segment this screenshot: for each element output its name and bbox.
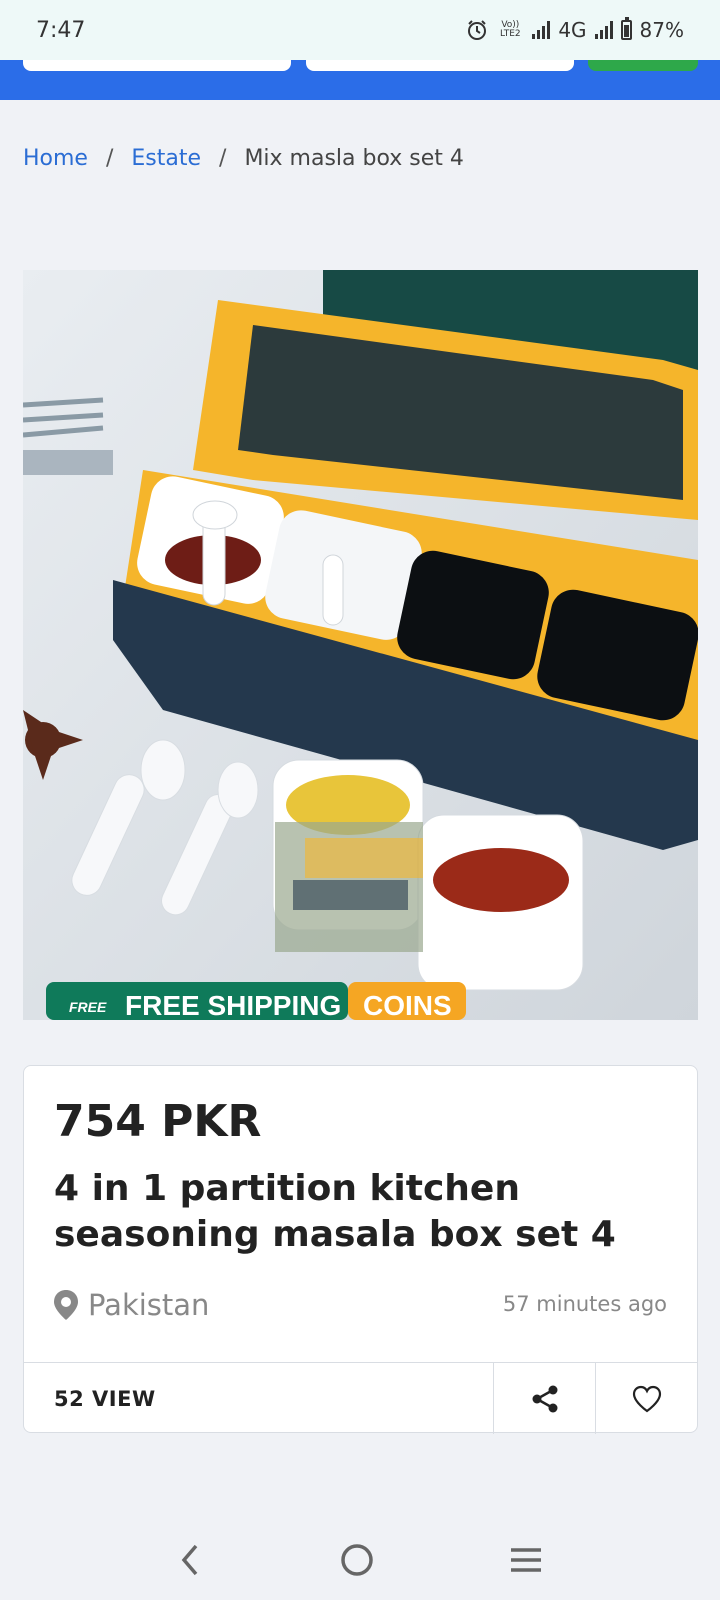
status-icons: Vo)) LTE2 4G 87% <box>466 17 684 42</box>
back-icon[interactable] <box>176 1543 206 1577</box>
breadcrumb-separator: / <box>105 146 114 171</box>
system-nav-bar <box>0 1520 720 1600</box>
location-text: Pakistan <box>88 1288 210 1322</box>
status-bar: 7:47 Vo)) LTE2 4G 87% <box>0 0 720 60</box>
breadcrumb-category[interactable]: Estate <box>131 146 201 171</box>
view-count: 52 VIEW <box>54 1386 156 1411</box>
location-pin-icon <box>54 1290 78 1320</box>
breadcrumb: Home / Estate / Mix masla box set 4 <box>23 146 464 171</box>
menu-icon[interactable] <box>508 1545 544 1575</box>
product-title: 4 in 1 partition kitchen seasoning masal… <box>54 1168 616 1255</box>
masala-box-photo: FREE FREE SHIPPING COINS <box>23 270 698 1020</box>
share-button[interactable] <box>493 1363 595 1434</box>
battery-level: 87% <box>639 18 684 42</box>
product-price: 754 PKR <box>54 1096 262 1147</box>
battery-icon <box>620 17 632 40</box>
banner-free-tag: FREE <box>69 999 107 1015</box>
status-time: 7:47 <box>36 17 86 43</box>
breadcrumb-separator: / <box>219 146 227 171</box>
favorite-button[interactable] <box>595 1363 697 1434</box>
banner-shipping-text: FREE SHIPPING <box>125 990 341 1020</box>
app-header <box>0 60 720 100</box>
home-icon[interactable] <box>339 1542 375 1578</box>
location-field-partial[interactable] <box>306 60 574 71</box>
heart-icon <box>632 1385 661 1412</box>
breadcrumb-current: Mix masla box set 4 <box>244 146 464 171</box>
search-button-partial[interactable] <box>588 60 698 71</box>
card-footer: 52 VIEW <box>24 1362 697 1434</box>
signal-icon <box>532 21 551 39</box>
signal-icon-2 <box>594 21 613 39</box>
search-field-partial[interactable] <box>23 60 291 71</box>
breadcrumb-home[interactable]: Home <box>23 146 88 171</box>
volte-label: Vo)) LTE2 <box>499 20 521 39</box>
banner-coins-text: COINS <box>363 990 452 1020</box>
network-type: 4G <box>558 18 587 42</box>
alarm-icon <box>468 20 487 40</box>
product-image[interactable]: FREE FREE SHIPPING COINS <box>23 270 698 1020</box>
product-info-card: 754 PKR 4 in 1 partition kitchen seasoni… <box>23 1065 698 1434</box>
posted-time: 57 minutes ago <box>502 1292 667 1316</box>
share-icon <box>532 1385 557 1412</box>
product-location: Pakistan <box>54 1288 209 1322</box>
